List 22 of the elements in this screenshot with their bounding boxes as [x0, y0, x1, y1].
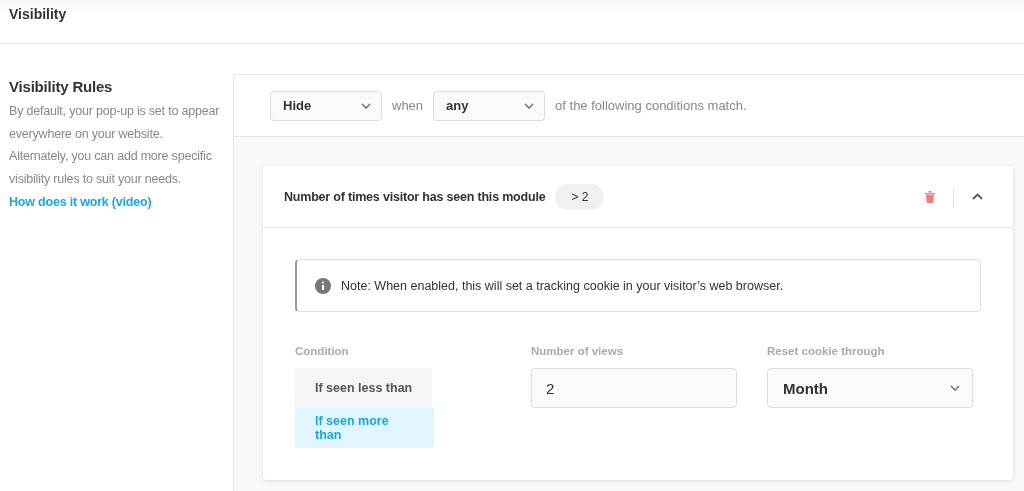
section-heading: Visibility Rules: [9, 78, 113, 95]
page-title: Visibility: [9, 6, 67, 22]
reset-select[interactable]: Month: [767, 368, 973, 408]
condition-title: Number of times visitor has seen this module: [284, 189, 546, 204]
condition-badge: > 2: [555, 183, 605, 210]
views-input[interactable]: 2: [531, 368, 737, 408]
chevron-down-icon: [950, 385, 960, 391]
trash-icon[interactable]: [925, 190, 935, 203]
note-text: Note: When enabled, this will set a tracking cookie in your visitor’s web browser.: [341, 278, 784, 293]
collapse-toggle-icon[interactable]: [972, 193, 983, 200]
section-description: By default, your pop-up is set to appear everywhere on your website. Alternately, you can add more specific visibility rules to suit your needs.: [9, 103, 221, 188]
match-select[interactable]: any: [433, 90, 546, 121]
when-label: when: [392, 98, 424, 113]
info-icon: [315, 277, 331, 294]
match-suffix: of the following conditions match.: [555, 98, 747, 113]
condition-option[interactable]: If seen less than: [295, 368, 433, 408]
chevron-down-icon: [524, 102, 535, 109]
field-label: Condition: [295, 345, 350, 357]
field-label: Number of views: [531, 345, 625, 357]
action-select[interactable]: Hide: [270, 90, 382, 121]
chevron-down-icon: [361, 102, 371, 109]
field-label: Reset cookie through: [767, 345, 886, 357]
